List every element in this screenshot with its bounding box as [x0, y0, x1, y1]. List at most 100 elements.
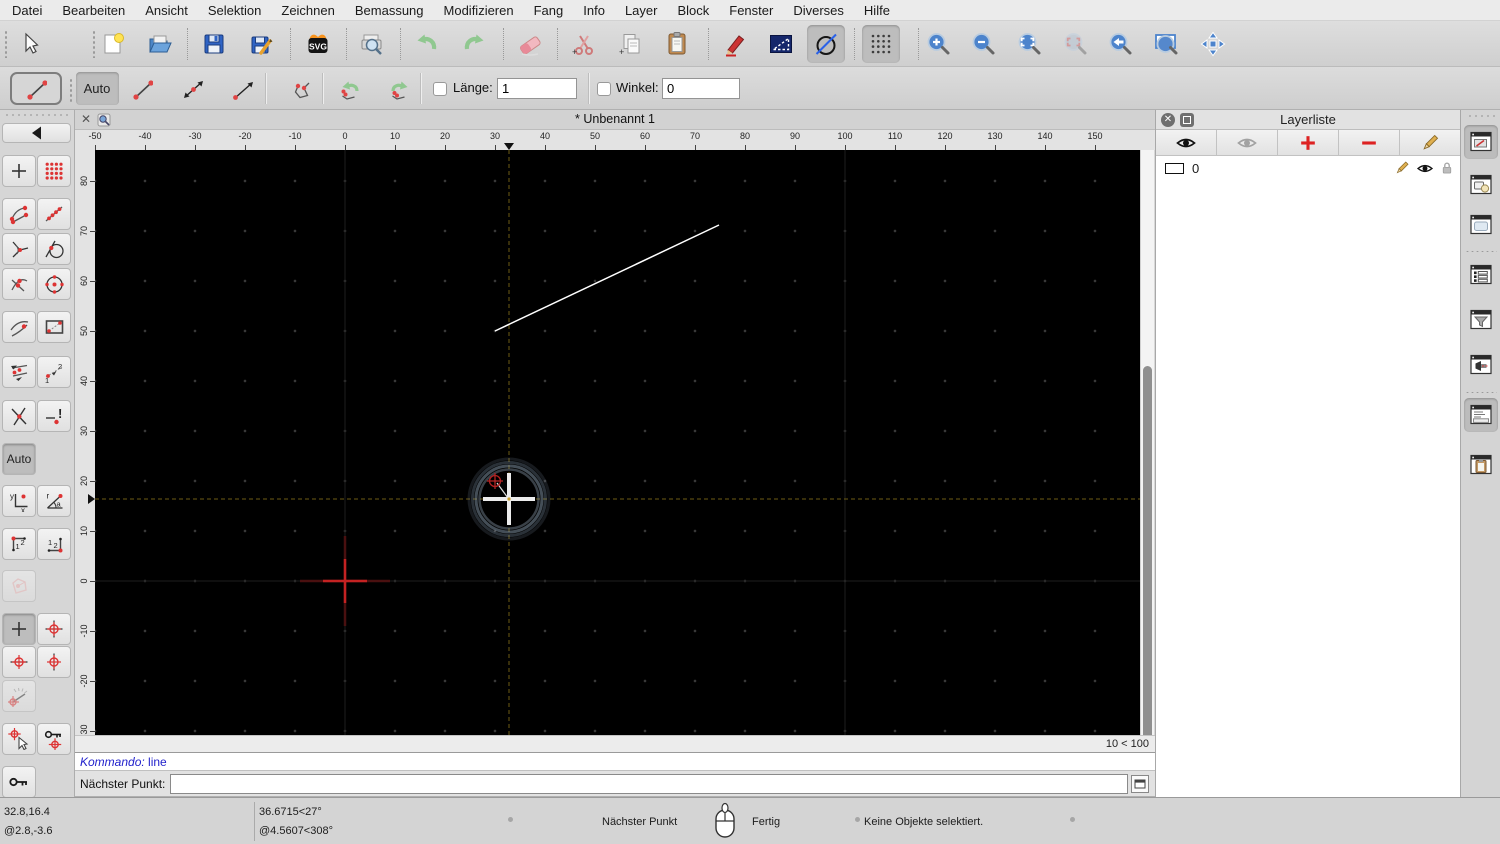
set-relative-zero-button[interactable]: [2, 723, 36, 755]
svg-export-button[interactable]: SVG: [299, 25, 337, 63]
dock-block-list-button[interactable]: [1464, 168, 1498, 202]
snap-grid-button[interactable]: [37, 155, 71, 187]
snap-center-button[interactable]: [37, 268, 71, 300]
paste-button[interactable]: [658, 25, 696, 63]
coord-cartesian-button[interactable]: yx: [2, 485, 36, 517]
print-preview-button[interactable]: [353, 25, 391, 63]
draw-tools-button[interactable]: [717, 25, 755, 63]
angle-input[interactable]: [662, 78, 740, 99]
line-auto-button[interactable]: Auto: [75, 72, 119, 105]
restrict-vertical-button[interactable]: [37, 646, 71, 678]
menu-fenster[interactable]: Fenster: [719, 0, 783, 21]
dock-command-widget-button[interactable]: [1464, 348, 1498, 382]
snap-restrict-pair-button[interactable]: [2, 356, 36, 388]
snap-endpoints-button[interactable]: [2, 198, 36, 230]
dock-drag-handle[interactable]: [1467, 114, 1495, 118]
pan-button[interactable]: [1194, 25, 1232, 63]
menu-block[interactable]: Block: [667, 0, 719, 21]
cut-button[interactable]: +: [565, 25, 603, 63]
menu-modifizieren[interactable]: Modifizieren: [434, 0, 524, 21]
line-ray-button[interactable]: [222, 72, 262, 105]
relative-zero-key-button[interactable]: [2, 766, 36, 798]
remove-layer-button[interactable]: [1339, 130, 1400, 155]
snap-tangent-button[interactable]: [37, 233, 71, 265]
layer-visibility-icon[interactable]: [1416, 161, 1434, 176]
toolbar-drag-handle[interactable]: [4, 113, 68, 117]
line-infinite-button[interactable]: [172, 72, 212, 105]
new-file-button[interactable]: [94, 25, 132, 63]
show-all-layers-button[interactable]: [1156, 130, 1217, 155]
menu-bemassung[interactable]: Bemassung: [345, 0, 434, 21]
zoom-window-button[interactable]: [1147, 25, 1185, 63]
menu-ansicht[interactable]: Ansicht: [135, 0, 198, 21]
command-input[interactable]: [170, 774, 1128, 794]
vertical-scrollbar[interactable]: [1140, 150, 1154, 740]
menu-hilfe[interactable]: Hilfe: [854, 0, 900, 21]
menu-fang[interactable]: Fang: [524, 0, 574, 21]
angle-checkbox[interactable]: [597, 82, 611, 96]
corner-2-1-button[interactable]: 12: [37, 528, 71, 560]
tool-line-button[interactable]: [10, 72, 62, 105]
redo-button[interactable]: [455, 25, 493, 63]
length-input[interactable]: [497, 78, 577, 99]
copy-button[interactable]: +: [611, 25, 649, 63]
menu-diverses[interactable]: Diverses: [783, 0, 854, 21]
menu-zeichnen[interactable]: Zeichnen: [271, 0, 344, 21]
snap-back-button[interactable]: [2, 123, 71, 143]
menu-layer[interactable]: Layer: [615, 0, 668, 21]
line-2-points-button[interactable]: [122, 72, 162, 105]
toolbar-handle[interactable]: [4, 30, 8, 58]
zoom-in-button[interactable]: [919, 25, 957, 63]
save-button[interactable]: [195, 25, 233, 63]
snap-free-button[interactable]: [2, 155, 36, 187]
layer-color-swatch[interactable]: [1165, 162, 1184, 174]
scrollbar-thumb[interactable]: [1143, 366, 1152, 740]
edit-layer-button[interactable]: [1400, 130, 1460, 155]
zoom-out-button[interactable]: [964, 25, 1002, 63]
snap-distance-1-2-button[interactable]: 12: [37, 356, 71, 388]
dock-clipboard-button[interactable]: [1464, 448, 1498, 482]
snap-middle-button[interactable]: [2, 268, 36, 300]
segment-undo-button[interactable]: [328, 72, 368, 105]
restrict-horizontal-button[interactable]: [2, 646, 36, 678]
dock-layer-list-button[interactable]: [1464, 125, 1498, 159]
snap-auto-intersection-button[interactable]: [2, 311, 36, 343]
menu-bearbeiten[interactable]: Bearbeiten: [52, 0, 135, 21]
undo-button[interactable]: [408, 25, 446, 63]
zoom-auto-button[interactable]: [1010, 25, 1048, 63]
delete-button[interactable]: [511, 25, 549, 63]
dock-command-line-button[interactable]: [1464, 398, 1498, 432]
restrict-orthogonal-button[interactable]: [37, 613, 71, 645]
snap-intersection-button[interactable]: [2, 400, 36, 432]
dock-property-editor-button[interactable]: [1464, 258, 1498, 292]
menu-selektion[interactable]: Selektion: [198, 0, 271, 21]
add-layer-button[interactable]: [1278, 130, 1339, 155]
dimension-tools-button[interactable]: [762, 25, 800, 63]
dock-selection-filter-button[interactable]: [1464, 303, 1498, 337]
layer-row[interactable]: 0: [1156, 158, 1460, 178]
coord-polar-button[interactable]: ra: [37, 485, 71, 517]
menu-info[interactable]: Info: [573, 0, 615, 21]
modify-tools-button[interactable]: [807, 25, 845, 63]
snap-on-entity-button[interactable]: [37, 198, 71, 230]
zoom-previous-button[interactable]: [1101, 25, 1139, 63]
restrict-none-button[interactable]: [2, 613, 36, 645]
corner-1-2-button[interactable]: 12: [2, 528, 36, 560]
segment-redo-button[interactable]: [378, 72, 418, 105]
snap-intersection-manual-button[interactable]: !: [37, 400, 71, 432]
line-polygon-button[interactable]: [282, 72, 322, 105]
command-window-toggle-button[interactable]: [1131, 775, 1149, 793]
menu-datei[interactable]: Datei: [0, 0, 52, 21]
length-checkbox[interactable]: [433, 82, 447, 96]
snap-perpendicular-button[interactable]: [2, 233, 36, 265]
drawing-canvas[interactable]: [95, 150, 1140, 735]
open-file-button[interactable]: [141, 25, 179, 63]
selection-pointer-button[interactable]: [11, 25, 49, 63]
lock-relative-zero-button[interactable]: [37, 723, 71, 755]
snap-auto-button[interactable]: Auto: [2, 443, 36, 475]
grid-toggle-button[interactable]: [862, 25, 900, 63]
toolbar-handle[interactable]: [69, 78, 73, 102]
layer-edit-icon[interactable]: [1394, 160, 1410, 176]
save-as-button[interactable]: [243, 25, 281, 63]
dock-library-browser-button[interactable]: [1464, 208, 1498, 242]
